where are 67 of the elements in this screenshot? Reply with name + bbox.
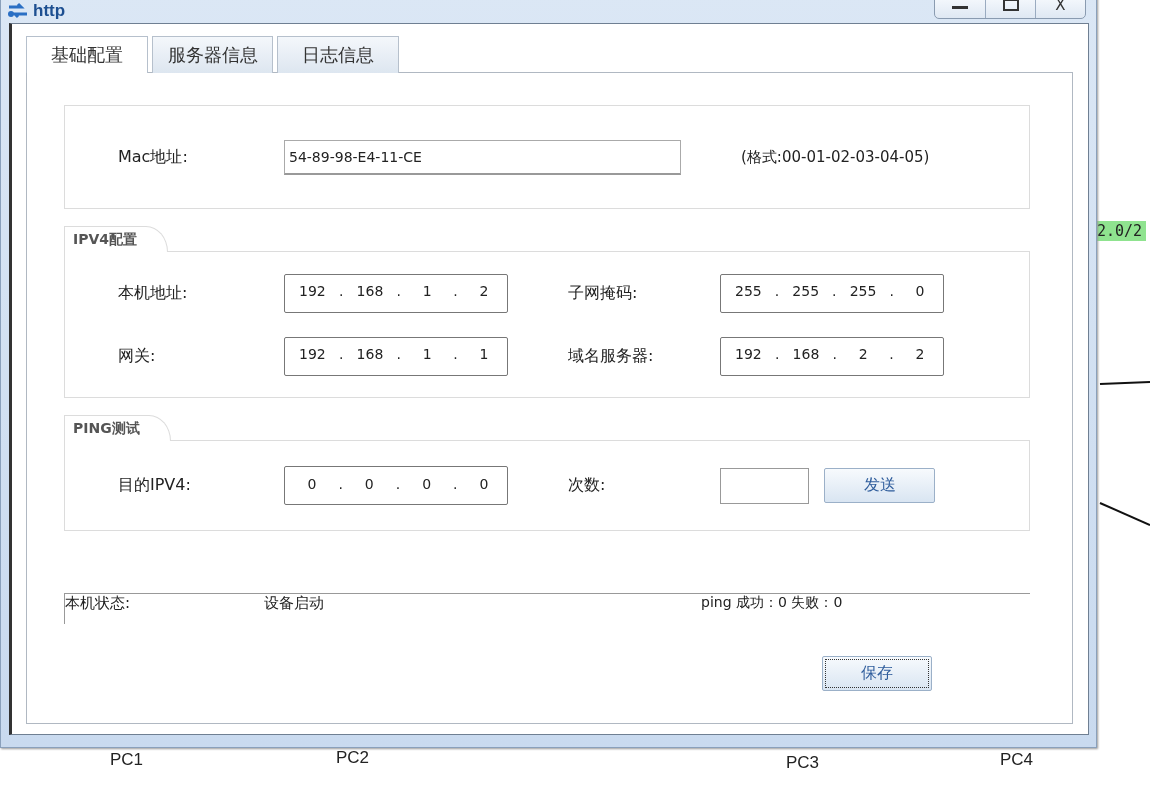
ip-field[interactable]: 192 . 168 . 1 . 1 <box>284 336 508 376</box>
field-label: 域名服务器: <box>567 345 655 367</box>
ip-field[interactable]: 192 . 168 . 1 . 2 <box>284 273 508 313</box>
tab[interactable]: 服务器信息 <box>152 36 273 73</box>
octet-separator: . <box>453 475 458 492</box>
octet-text: 1 <box>421 283 433 299</box>
device-label: PC1 <box>110 750 144 770</box>
send-button[interactable]: 发送 <box>824 468 935 503</box>
octet-separator: . <box>832 346 837 362</box>
octet-separator: . <box>395 475 401 492</box>
octet-separator: . <box>338 475 343 492</box>
octet-text: 255 <box>735 283 762 299</box>
octet-text: 1 <box>421 346 433 362</box>
count-field[interactable] <box>720 467 809 504</box>
octet-separator: . <box>453 283 458 299</box>
device-label: PC3 <box>786 753 820 773</box>
format-hint: (格式:00-01-02-03-04-05) <box>741 147 930 167</box>
octet-text: 0 <box>914 283 926 299</box>
octet-text: 0 <box>306 475 318 492</box>
maximize-icon <box>1002 0 1019 11</box>
ip-field[interactable]: 192 . 168 . 2 . 2 <box>720 336 944 376</box>
octet-separator: . <box>889 346 894 362</box>
save-button[interactable]: 保存 <box>822 656 932 691</box>
field-label: Mac地址: <box>118 146 189 168</box>
octet-text: 192 <box>735 346 762 362</box>
ping-result: ping 成功：0 失败：0 <box>701 594 843 612</box>
octet-text: 168 <box>356 346 384 362</box>
octet-text: 2 <box>857 346 869 362</box>
octet-separator: . <box>396 346 401 362</box>
octet-text: 0 <box>478 475 490 492</box>
octet-separator: . <box>396 283 401 299</box>
device-label: PC2 <box>336 748 370 768</box>
ip-field[interactable]: 0 . 0 . 0 . 0 <box>284 466 508 505</box>
octet-separator: . <box>774 346 780 362</box>
octet-separator: . <box>832 283 837 299</box>
octet-text: 192 <box>299 346 326 362</box>
window-title: http <box>33 1 66 21</box>
octet-text: 168 <box>792 346 820 362</box>
status-value: 设备启动 <box>264 594 325 613</box>
field-label: 子网掩码: <box>567 282 639 304</box>
group-title: PING测试 <box>64 415 171 441</box>
device-label: PC4 <box>1000 750 1034 770</box>
ip-field[interactable]: 255 . 255 . 255 . 0 <box>720 273 944 313</box>
octet-text: 2 <box>914 346 926 362</box>
octet-text: 1 <box>478 346 490 362</box>
octet-separator: . <box>453 346 458 362</box>
octet-separator: . <box>338 346 344 362</box>
field-label: 目的IPV4: <box>118 475 192 496</box>
tab[interactable]: 基础配置 <box>26 36 148 73</box>
status-label: 本机状态: <box>65 594 131 613</box>
octet-text: 255 <box>849 283 877 299</box>
octet-text: 255 <box>792 283 820 299</box>
octet-text: 192 <box>299 283 326 299</box>
octet-text: 168 <box>356 283 384 299</box>
field-label: 次数: <box>567 475 607 496</box>
octet-text: 2 <box>478 283 490 299</box>
mac-field[interactable]: 54-89-98-E4-11-CE <box>284 139 681 175</box>
field-label: 本机地址: <box>118 282 189 304</box>
octet-separator: . <box>338 283 344 299</box>
group-title: IPV4配置 <box>64 226 169 252</box>
link-label: 2.0/2 <box>1097 221 1147 241</box>
octet-text: 0 <box>363 475 375 492</box>
octet-separator: . <box>889 283 894 299</box>
tab[interactable]: 日志信息 <box>277 36 399 73</box>
field-label: 网关: <box>118 345 157 367</box>
octet-separator: . <box>774 283 780 299</box>
octet-text: 0 <box>421 475 433 492</box>
